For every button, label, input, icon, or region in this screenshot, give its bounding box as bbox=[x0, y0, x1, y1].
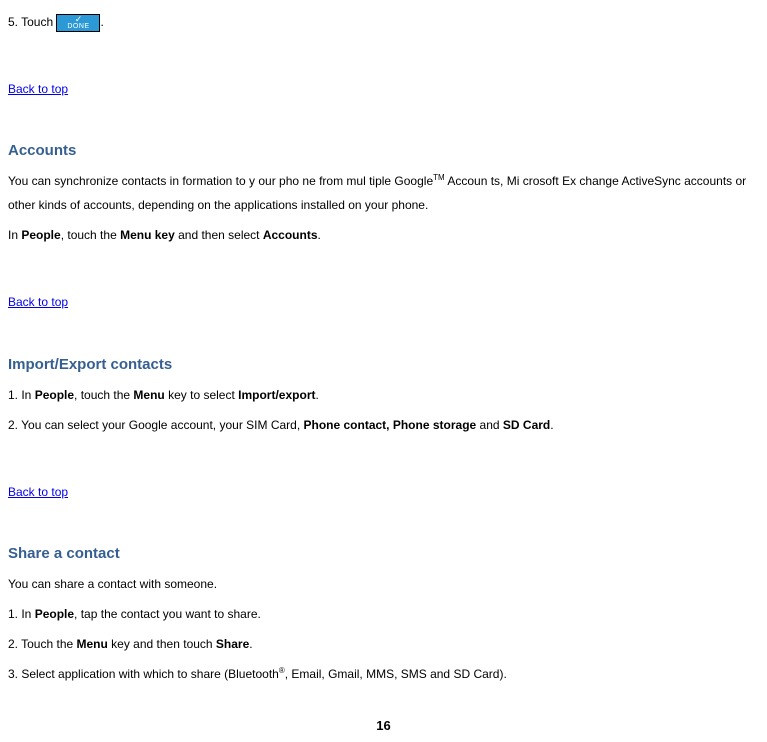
bold-accounts: Accounts bbox=[263, 228, 318, 242]
text: and bbox=[476, 418, 503, 432]
text: 1. In bbox=[8, 388, 35, 402]
text: and then select bbox=[175, 228, 263, 242]
text: 3. Select application with which to shar… bbox=[8, 667, 279, 681]
bold-people: People bbox=[35, 607, 74, 621]
accounts-para-1: You can synchronize contacts in formatio… bbox=[8, 169, 759, 217]
step-5-suffix: . bbox=[100, 15, 103, 29]
share-contact-intro: You can share a contact with someone. bbox=[8, 572, 759, 596]
text: 2. You can select your Google account, y… bbox=[8, 418, 304, 432]
bold-menu-key: Menu key bbox=[120, 228, 175, 242]
text: , Email, Gmail, MMS, SMS and SD Card). bbox=[285, 667, 507, 681]
share-contact-step-2: 2. Touch the Menu key and then touch Sha… bbox=[8, 632, 759, 656]
done-label: DONE bbox=[57, 23, 99, 30]
bold-import-export: Import/export bbox=[238, 388, 315, 402]
text: , tap the contact you want to share. bbox=[74, 607, 261, 621]
text: . bbox=[550, 418, 553, 432]
bold-share: Share bbox=[216, 637, 249, 651]
text: key and then touch bbox=[108, 637, 216, 651]
back-to-top-link-2[interactable]: Back to top bbox=[8, 293, 68, 312]
accounts-para-2: In People, touch the Menu key and then s… bbox=[8, 223, 759, 247]
text: . bbox=[315, 388, 318, 402]
heading-import-export: Import/Export contacts bbox=[8, 353, 759, 377]
text: , touch the bbox=[61, 228, 120, 242]
bold-menu: Menu bbox=[133, 388, 164, 402]
back-to-top-link-3[interactable]: Back to top bbox=[8, 483, 68, 502]
bold-people: People bbox=[35, 388, 74, 402]
import-export-step-2: 2. You can select your Google account, y… bbox=[8, 413, 759, 437]
check-icon: ✓ bbox=[57, 15, 99, 23]
heading-accounts: Accounts bbox=[8, 139, 759, 163]
share-contact-step-3: 3. Select application with which to shar… bbox=[8, 662, 759, 686]
text: 2. Touch the bbox=[8, 637, 77, 651]
bold-sd-card: SD Card bbox=[503, 418, 550, 432]
text: You can synchronize contacts in formatio… bbox=[8, 174, 433, 188]
page-number: 16 bbox=[8, 716, 759, 737]
heading-share-contact: Share a contact bbox=[8, 542, 759, 566]
text: . bbox=[249, 637, 252, 651]
text: . bbox=[318, 228, 321, 242]
step-5-prefix: 5. Touch bbox=[8, 15, 56, 29]
back-to-top-link-1[interactable]: Back to top bbox=[8, 80, 68, 99]
superscript-tm: TM bbox=[433, 173, 445, 182]
text: In bbox=[8, 228, 21, 242]
share-contact-step-1: 1. In People, tap the contact you want t… bbox=[8, 602, 759, 626]
text: , touch the bbox=[74, 388, 133, 402]
done-button-image: ✓DONE bbox=[56, 14, 100, 32]
bold-people: People bbox=[21, 228, 60, 242]
bold-phone-contact-storage: Phone contact, Phone storage bbox=[304, 418, 477, 432]
step-5: 5. Touch ✓DONE. bbox=[8, 13, 759, 32]
text: 1. In bbox=[8, 607, 35, 621]
text: key to select bbox=[165, 388, 238, 402]
bold-menu: Menu bbox=[77, 637, 108, 651]
import-export-step-1: 1. In People, touch the Menu key to sele… bbox=[8, 383, 759, 407]
